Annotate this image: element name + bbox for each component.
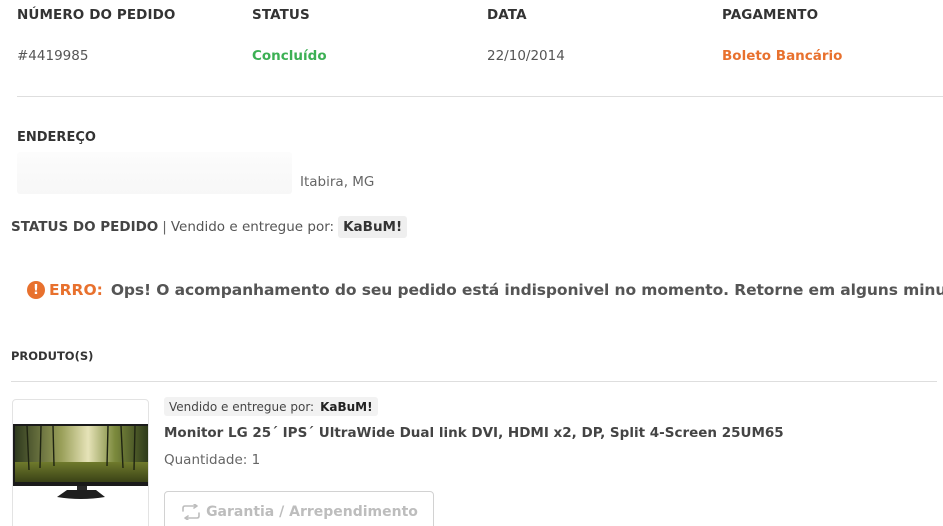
- error-message: ! ERRO: Ops! O acompanhamento do seu ped…: [27, 281, 943, 299]
- divider: [17, 96, 943, 97]
- product-name[interactable]: Monitor LG 25´ IPS´ UltraWide Dual link …: [164, 425, 784, 441]
- exclamation-circle-icon: !: [27, 281, 45, 299]
- product-quantity: Quantidade: 1: [164, 452, 261, 468]
- seller-name: KaBuM!: [320, 399, 373, 414]
- error-label: ERRO:: [49, 281, 103, 299]
- payment-header: PAGAMENTO: [722, 7, 819, 23]
- warranty-button-label: Garantia / Arrependimento: [206, 504, 418, 520]
- order-number-header: NÚMERO DO PEDIDO: [17, 7, 176, 23]
- separator: |: [162, 218, 167, 235]
- monitor-image: [13, 424, 148, 499]
- sold-by-text: Vendido e entregue por:: [169, 399, 315, 414]
- order-status-label: STATUS DO PEDIDO: [11, 218, 159, 235]
- products-label: PRODUTO(S): [11, 349, 94, 363]
- payment-method: Boleto Bancário: [722, 48, 843, 64]
- sold-by-text: Vendido e entregue por:: [170, 218, 335, 235]
- address-redacted: [17, 152, 292, 194]
- date-header: DATA: [487, 7, 527, 23]
- divider: [11, 381, 937, 382]
- order-status: Concluído: [252, 48, 327, 64]
- product-image[interactable]: [12, 399, 149, 526]
- seller-badge: KaBuM!: [338, 215, 408, 238]
- error-text: Ops! O acompanhamento do seu pedido está…: [110, 281, 943, 299]
- address-label: ENDEREÇO: [17, 130, 96, 145]
- product-seller: Vendido e entregue por: KaBuM!: [164, 397, 378, 416]
- warranty-return-button[interactable]: Garantia / Arrependimento: [164, 491, 434, 526]
- order-date: 22/10/2014: [487, 48, 565, 64]
- order-status-line: STATUS DO PEDIDO | Vendido e entregue po…: [11, 213, 408, 240]
- status-header: STATUS: [252, 7, 310, 23]
- address-city: Itabira, MG: [300, 174, 375, 190]
- exchange-arrows-icon: [180, 504, 202, 520]
- order-number: #4419985: [17, 48, 89, 64]
